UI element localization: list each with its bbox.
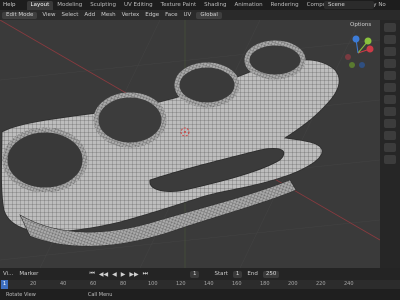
modifier-icon[interactable]	[384, 107, 396, 116]
object-icon[interactable]	[384, 95, 396, 104]
constraint-icon[interactable]	[384, 131, 396, 140]
jump-start-icon[interactable]: ⏮	[87, 270, 96, 278]
data-icon[interactable]	[384, 143, 396, 152]
physics-icon[interactable]	[384, 119, 396, 128]
start-frame-field[interactable]: 1	[232, 270, 243, 278]
tab-texture-paint[interactable]: Texture Paint	[157, 1, 201, 10]
prev-keyframe-icon[interactable]: ◀◀	[97, 271, 110, 278]
ruler-tick: 240	[344, 281, 354, 287]
ruler-tick: 140	[204, 281, 214, 287]
options-label: Options	[350, 22, 372, 28]
gizmo-x-icon[interactable]	[366, 45, 374, 53]
menu-help[interactable]: Help	[0, 2, 19, 8]
scene-selector[interactable]: Scene	[324, 1, 374, 9]
playhead[interactable]: 1	[1, 280, 8, 289]
ruler-tick: 160	[232, 281, 242, 287]
status-bar: Rotate View Call Menu	[0, 289, 400, 300]
ruler-tick: 180	[260, 281, 270, 287]
menu-edge[interactable]: Edge	[142, 12, 162, 18]
menu-add[interactable]: Add	[81, 12, 98, 18]
view-layer-icon[interactable]	[384, 59, 396, 68]
gizmo-y-icon[interactable]	[364, 37, 372, 45]
gizmo-neg-x-icon[interactable]	[345, 54, 351, 60]
status-hint-rotate: Rotate View	[6, 291, 36, 298]
ruler-tick: 100	[148, 281, 158, 287]
menu-mesh[interactable]: Mesh	[98, 12, 118, 18]
ruler-tick: 40	[60, 281, 67, 287]
ruler-tick: 80	[120, 281, 127, 287]
tab-rendering[interactable]: Rendering	[267, 1, 303, 10]
tab-shading[interactable]: Shading	[200, 1, 230, 10]
playback-controls: ⏮ ◀◀ ◀ ▶ ▶▶ ⏭	[87, 270, 150, 278]
knuckle-mesh[interactable]	[1, 40, 340, 247]
timeline-ruler[interactable]: 1 20 40 60 80 100 120 140 160 180 200 22…	[0, 280, 400, 289]
ruler-tick: 200	[288, 281, 298, 287]
ruler-tick: 20	[30, 281, 37, 287]
scene-icon[interactable]	[384, 71, 396, 80]
orientation-selector[interactable]: Global	[196, 11, 222, 19]
gizmo-neg-z-icon[interactable]	[359, 62, 365, 68]
output-icon[interactable]	[384, 47, 396, 56]
world-icon[interactable]	[384, 83, 396, 92]
menu-face[interactable]: Face	[162, 12, 180, 18]
render-icon[interactable]	[384, 35, 396, 44]
tab-uv-editing[interactable]: UV Editing	[120, 1, 157, 10]
viewport-header: Edit Mode View Select Add Mesh Vertex Ed…	[0, 10, 400, 20]
navigation-gizmo[interactable]	[340, 35, 376, 71]
jump-end-icon[interactable]: ⏭	[141, 270, 150, 278]
play-reverse-icon[interactable]: ◀	[110, 271, 119, 278]
tab-modeling[interactable]: Modeling	[53, 1, 86, 10]
end-frame-label: End	[247, 271, 258, 277]
mode-selector[interactable]: Edit Mode	[2, 11, 38, 19]
next-keyframe-icon[interactable]: ▶▶	[127, 271, 140, 278]
material-icon[interactable]	[384, 155, 396, 164]
tab-animation[interactable]: Animation	[231, 1, 267, 10]
menu-select[interactable]: Select	[58, 12, 81, 18]
end-frame-field[interactable]: 250	[262, 270, 280, 278]
scene-name: Scene	[328, 2, 345, 8]
play-icon[interactable]: ▶	[119, 271, 128, 278]
ruler-tick: 220	[316, 281, 326, 287]
current-frame-field[interactable]: 1	[189, 270, 200, 278]
ruler-tick: 120	[176, 281, 186, 287]
options-dropdown[interactable]: Options	[350, 22, 371, 28]
status-hint-menu: Call Menu	[87, 291, 113, 298]
viewport-canvas	[0, 20, 380, 268]
timeline-menu-marker[interactable]: Marker	[16, 271, 41, 277]
tab-sculpting[interactable]: Sculpting	[86, 1, 120, 10]
properties-tab-column	[380, 20, 400, 268]
menu-view[interactable]: View	[39, 12, 58, 18]
tab-layout[interactable]: Layout	[26, 0, 54, 10]
ruler-tick: 60	[90, 281, 97, 287]
menu-uv[interactable]: UV	[181, 12, 195, 18]
gizmo-z-icon[interactable]	[352, 35, 360, 43]
start-frame-label: Start	[214, 271, 228, 277]
timeline-menu-view[interactable]: Vi...	[0, 271, 16, 277]
menu-vertex[interactable]: Vertex	[119, 12, 143, 18]
tool-icon[interactable]	[384, 23, 396, 32]
timeline-header: Vi... Marker ⏮ ◀◀ ◀ ▶ ▶▶ ⏭ 1 Start 1 End…	[0, 268, 400, 280]
top-menu-bar: Help Layout Modeling Sculpting UV Editin…	[0, 0, 400, 10]
gizmo-neg-y-icon[interactable]	[349, 62, 355, 68]
3d-viewport[interactable]	[0, 20, 380, 268]
